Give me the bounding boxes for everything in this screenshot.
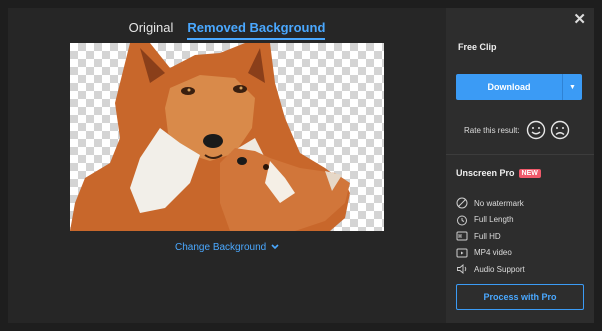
smile-face-icon[interactable] — [526, 120, 546, 140]
hd-icon — [456, 231, 468, 241]
clip-title: Free Clip — [458, 42, 497, 52]
download-button[interactable]: Download — [456, 74, 562, 100]
app-frame: Original Removed Background Change Backg… — [8, 8, 594, 323]
sad-face-icon[interactable] — [550, 120, 570, 140]
feature-full-hd: Full HD — [456, 228, 525, 245]
pro-title: Unscreen Pro — [456, 168, 515, 178]
side-panel: ✕ Free Clip Download ▼ Rate this result: — [446, 8, 594, 323]
video-icon — [456, 248, 468, 258]
feature-label: Full HD — [474, 231, 501, 241]
process-with-pro-button[interactable]: Process with Pro — [456, 284, 584, 310]
change-background-button[interactable]: Change Background — [8, 242, 446, 253]
pro-features-list: No watermark Full Length Full HD MP4 vid… — [456, 195, 525, 278]
view-tabs: Original Removed Background — [8, 20, 446, 40]
chevron-down-icon — [271, 244, 279, 250]
feature-label: No watermark — [474, 198, 524, 208]
preview-area: Original Removed Background Change Backg… — [8, 8, 446, 323]
feature-full-length: Full Length — [456, 212, 525, 229]
new-badge: NEW — [518, 168, 541, 178]
change-background-label: Change Background — [175, 242, 267, 253]
timer-icon — [457, 215, 467, 226]
fox-image — [70, 43, 350, 231]
panel-divider — [446, 154, 594, 155]
rate-label: Rate this result: — [464, 125, 520, 135]
tab-original[interactable]: Original — [129, 20, 174, 40]
tab-removed-background[interactable]: Removed Background — [187, 20, 326, 40]
feature-label: Audio Support — [474, 264, 525, 274]
no-watermark-icon — [456, 197, 468, 209]
pro-header: Unscreen Pro NEW — [456, 168, 541, 178]
download-split-button: Download ▼ — [456, 74, 582, 100]
caret-down-icon: ▼ — [569, 83, 576, 91]
speaker-icon — [457, 264, 467, 275]
rating-row: Rate this result: — [464, 120, 570, 140]
close-icon[interactable]: ✕ — [573, 10, 586, 28]
feature-audio-support: Audio Support — [456, 261, 525, 278]
feature-mp4-video: MP4 video — [456, 245, 525, 262]
download-dropdown-button[interactable]: ▼ — [562, 74, 582, 100]
feature-no-watermark: No watermark — [456, 195, 525, 212]
result-image — [70, 43, 384, 231]
feature-label: MP4 video — [474, 248, 512, 258]
feature-label: Full Length — [474, 215, 514, 225]
